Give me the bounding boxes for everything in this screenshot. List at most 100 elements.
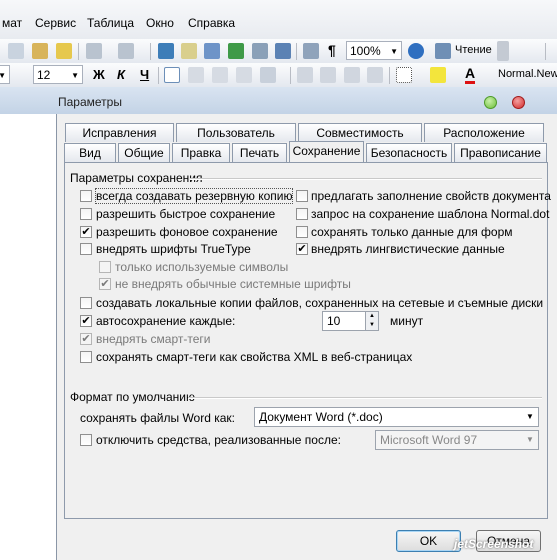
autosave-minutes-value: 10 — [327, 314, 341, 328]
underline-button[interactable]: Ч — [140, 67, 149, 82]
background-save-checkbox[interactable]: ✔ — [80, 226, 92, 238]
local-copies-label[interactable]: создавать локальные копии файлов, сохран… — [96, 296, 543, 310]
zoom-combo[interactable]: 100% ▼ — [346, 41, 402, 60]
highlight-icon[interactable] — [430, 67, 446, 83]
reading-icon[interactable] — [435, 43, 451, 59]
embed-linguistic-label[interactable]: внедрять лингвистические данные — [311, 242, 505, 256]
save-form-data-label[interactable]: сохранять только данные для форм — [311, 225, 513, 239]
embed-fonts-checkbox[interactable] — [80, 243, 92, 255]
bullets-icon[interactable] — [320, 67, 336, 83]
toolbar-options-icon[interactable] — [497, 41, 509, 61]
menu-help[interactable]: Справка — [188, 16, 235, 30]
line-spacing-icon[interactable] — [260, 67, 276, 83]
paste-icon[interactable] — [32, 43, 48, 59]
tab-print[interactable]: Печать — [232, 143, 287, 162]
local-copies-checkbox[interactable] — [80, 297, 92, 309]
smart-tags-xml-label[interactable]: сохранять смарт-теги как свойства XML в … — [96, 350, 412, 364]
disable-features-label[interactable]: отключить средства, реализованные после: — [96, 433, 341, 447]
dialog-title: Параметры — [58, 95, 122, 109]
standard-toolbar: ¶ 100% ▼ Чтение — [0, 39, 557, 64]
autosave-checkbox[interactable]: ✔ — [80, 315, 92, 327]
autosave-minutes-input[interactable]: 10 — [322, 311, 366, 331]
tab-spelling[interactable]: Правописание — [454, 143, 547, 162]
close-button[interactable] — [512, 96, 525, 109]
autosave-spinner[interactable]: ▲ ▼ — [365, 311, 379, 331]
prompt-normal-checkbox[interactable] — [296, 208, 308, 220]
ok-button[interactable]: OK — [396, 530, 461, 552]
fast-save-checkbox[interactable] — [80, 208, 92, 220]
align-right-icon[interactable] — [212, 67, 228, 83]
italic-button[interactable]: К — [117, 67, 125, 82]
prompt-normal-label[interactable]: запрос на сохранение шаблона Normal.dot — [311, 207, 549, 221]
tab-file-locations[interactable]: Расположение — [424, 123, 544, 142]
borders-icon[interactable] — [396, 67, 412, 83]
menu-window[interactable]: Окно — [146, 16, 174, 30]
save-form-data-checkbox[interactable] — [296, 226, 308, 238]
justify-icon[interactable] — [236, 67, 252, 83]
redo-icon[interactable] — [118, 43, 134, 59]
menu-format[interactable]: мат — [2, 16, 22, 30]
tab-general[interactable]: Общие — [118, 143, 170, 162]
save-as-label: сохранять файлы Word как: — [80, 411, 235, 425]
always-backup-checkbox[interactable] — [80, 190, 92, 202]
disable-features-checkbox[interactable] — [80, 434, 92, 446]
tab-view[interactable]: Вид — [64, 143, 116, 162]
zoom-value: 100% — [350, 44, 381, 58]
disable-version-select[interactable]: Microsoft Word 97 ▼ — [375, 430, 539, 450]
maximize-button[interactable] — [484, 96, 497, 109]
tab-user-info[interactable]: Пользователь — [176, 123, 296, 142]
no-system-fonts-checkbox[interactable]: ✔ — [99, 278, 111, 290]
document-area[interactable] — [0, 114, 56, 560]
autosave-label[interactable]: автосохранение каждые: — [96, 314, 235, 328]
default-format-title: Формат по умолчанию — [70, 390, 195, 404]
font-size-combo[interactable]: 12 ▼ — [33, 65, 83, 84]
increase-indent-icon[interactable] — [367, 67, 383, 83]
tab-save[interactable]: Сохранение — [289, 141, 364, 162]
decrease-indent-icon[interactable] — [344, 67, 360, 83]
reading-label[interactable]: Чтение — [455, 44, 492, 56]
always-backup-label[interactable]: всегда создавать резервную копию — [94, 188, 294, 204]
no-system-fonts-label[interactable]: не внедрять обычные системные шрифты — [115, 277, 351, 291]
drawing-icon[interactable] — [275, 43, 291, 59]
toolbar-separator — [158, 67, 159, 84]
toolbar-separator — [78, 43, 79, 60]
hyperlink-icon[interactable] — [158, 43, 174, 59]
used-chars-label[interactable]: только используемые символы — [115, 260, 288, 274]
font-color-icon[interactable]: A — [465, 65, 476, 84]
tab-compatibility[interactable]: Совместимость — [298, 123, 422, 142]
undo-icon[interactable] — [86, 43, 102, 59]
format-painter-icon[interactable] — [56, 43, 72, 59]
numbering-icon[interactable] — [297, 67, 313, 83]
font-combo[interactable]: ▼ — [0, 65, 10, 84]
tables-borders-icon[interactable] — [181, 43, 197, 59]
bold-button[interactable]: Ж — [93, 67, 105, 82]
used-chars-checkbox[interactable] — [99, 261, 111, 273]
style-name[interactable]: Normal.New — [498, 68, 557, 80]
copy-icon[interactable] — [8, 43, 24, 59]
columns-icon[interactable] — [252, 43, 268, 59]
background-save-label[interactable]: разрешить фоновое сохранение — [96, 225, 278, 239]
show-formatting-icon[interactable]: ¶ — [328, 42, 336, 58]
save-as-select[interactable]: Документ Word (*.doc) ▼ — [254, 407, 539, 427]
prompt-properties-label[interactable]: предлагать заполнение свойств документа — [311, 189, 551, 203]
menu-table[interactable]: Таблица — [87, 16, 134, 30]
smart-tags-checkbox[interactable]: ✔ — [80, 333, 92, 345]
document-map-icon[interactable] — [303, 43, 319, 59]
embed-linguistic-checkbox[interactable]: ✔ — [296, 243, 308, 255]
embed-fonts-label[interactable]: внедрять шрифты TrueType — [96, 242, 251, 256]
fast-save-label[interactable]: разрешить быстрое сохранение — [96, 207, 275, 221]
smart-tags-label[interactable]: внедрять смарт-теги — [96, 332, 210, 346]
toolbar-separator — [290, 67, 291, 84]
tab-edit[interactable]: Правка — [172, 143, 230, 162]
insert-excel-icon[interactable] — [228, 43, 244, 59]
smart-tags-xml-checkbox[interactable] — [80, 351, 92, 363]
chevron-down-icon: ▼ — [390, 47, 398, 56]
insert-table-icon[interactable] — [204, 43, 220, 59]
tab-track-changes[interactable]: Исправления — [65, 123, 174, 142]
tab-security[interactable]: Безопасность — [366, 143, 452, 162]
prompt-properties-checkbox[interactable] — [296, 190, 308, 202]
align-left-icon[interactable] — [164, 67, 180, 83]
menu-tools[interactable]: Сервис — [35, 16, 76, 30]
help-icon[interactable] — [408, 43, 424, 59]
align-center-icon[interactable] — [188, 67, 204, 83]
